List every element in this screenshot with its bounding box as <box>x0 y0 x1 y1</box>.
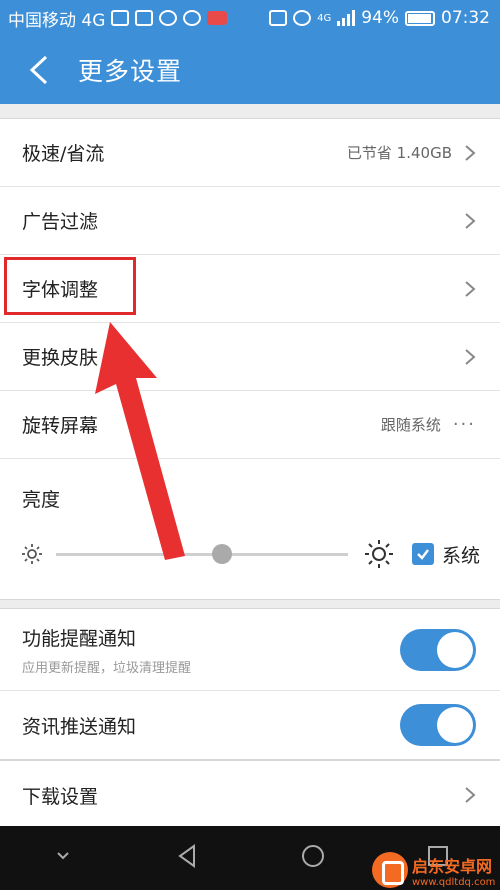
settings-group-main: 极速/省流 已节省 1.40GB 广告过滤 字体调整 更换皮肤 旋转屏幕 跟随系… <box>0 118 500 600</box>
checkmark-icon <box>417 549 429 560</box>
title-bar: 更多设置 <box>0 36 500 104</box>
clock: 07:32 <box>441 8 490 28</box>
highlight-box <box>4 257 136 315</box>
row-feature-notify: 功能提醒通知 应用更新提醒，垃圾清理提醒 <box>0 609 500 691</box>
carrier-label: 中国移动 4G <box>8 10 106 31</box>
notification-icon <box>111 10 130 26</box>
brightness-high-icon <box>364 540 393 568</box>
chevron-down-icon <box>56 852 69 860</box>
row-ad-filter-label: 广告过滤 <box>22 211 99 233</box>
row-skin[interactable]: 更换皮肤 <box>0 323 500 391</box>
circle-home-icon <box>301 845 324 867</box>
feature-notify-sub: 应用更新提醒，垃圾清理提醒 <box>22 660 192 676</box>
system-brightness-checkbox[interactable] <box>411 543 434 565</box>
feature-notify-label: 功能提醒通知 <box>22 627 137 650</box>
row-skin-label: 更换皮肤 <box>22 347 99 369</box>
chevron-right-icon <box>465 212 476 229</box>
toggle-knob <box>437 707 473 743</box>
brightness-label: 亮度 <box>22 489 61 511</box>
rotation-value: 跟随系统 <box>380 416 441 434</box>
news-notify-toggle[interactable] <box>400 704 476 746</box>
more-icon: ··· <box>452 414 476 435</box>
system-brightness-label: 系统 <box>441 544 480 567</box>
nav-back-button[interactable] <box>175 843 201 873</box>
battery-icon <box>405 10 435 26</box>
row-news-notify: 资讯推送通知 <box>0 691 500 759</box>
row-speed-label: 极速/省流 <box>22 143 105 165</box>
news-icon <box>207 11 228 25</box>
settings-group-notifications: 功能提醒通知 应用更新提醒，垃圾清理提醒 资讯推送通知 <box>0 608 500 760</box>
app-icon <box>183 10 202 26</box>
battery-percent: 94% <box>361 8 399 28</box>
saved-data-value: 已节省 1.40GB <box>346 144 452 162</box>
toggle-knob <box>437 631 473 668</box>
row-ad-filter[interactable]: 广告过滤 <box>0 187 500 255</box>
brightness-low-icon <box>22 544 42 564</box>
alarm-icon <box>293 10 312 26</box>
triangle-back-icon <box>177 844 195 868</box>
row-speed[interactable]: 极速/省流 已节省 1.40GB <box>0 119 500 187</box>
chevron-right-icon <box>465 348 476 365</box>
row-download[interactable]: 下载设置 <box>0 761 500 829</box>
watermark-logo-icon <box>372 852 408 888</box>
status-bar: 中国移动 4G 4G 94% 07:32 <box>0 0 500 36</box>
row-rotation-label: 旋转屏幕 <box>22 415 99 437</box>
nav-collapse-button[interactable] <box>50 843 76 873</box>
signal-icon <box>337 10 356 26</box>
back-button[interactable] <box>0 36 78 104</box>
nav-home-button[interactable] <box>300 843 326 873</box>
chevron-right-icon <box>465 787 476 803</box>
row-download-label: 下载设置 <box>22 785 99 808</box>
chevron-left-icon <box>29 55 48 85</box>
news-notify-label: 资讯推送通知 <box>22 715 137 738</box>
settings-group-download: 下载设置 <box>0 760 500 829</box>
page-title: 更多设置 <box>78 57 183 86</box>
brightness-section: 亮度 系统 <box>0 459 500 599</box>
cloud-icon <box>159 10 178 26</box>
vibrate-icon <box>269 10 288 26</box>
brightness-slider[interactable] <box>56 543 348 564</box>
feature-notify-toggle[interactable] <box>400 628 476 671</box>
watermark-url: www.qdltdq.com <box>412 876 496 888</box>
watermark: 启东安卓网 www.qdltdq.com <box>372 850 500 890</box>
brightness-slider-thumb[interactable] <box>212 543 233 564</box>
chevron-right-icon <box>465 280 476 297</box>
watermark-title: 启东安卓网 <box>412 856 493 876</box>
row-rotation[interactable]: 旋转屏幕 跟随系统 ··· <box>0 391 500 459</box>
chevron-right-icon <box>465 144 476 161</box>
network-type-label: 4G <box>317 12 332 24</box>
image-icon <box>135 10 154 26</box>
